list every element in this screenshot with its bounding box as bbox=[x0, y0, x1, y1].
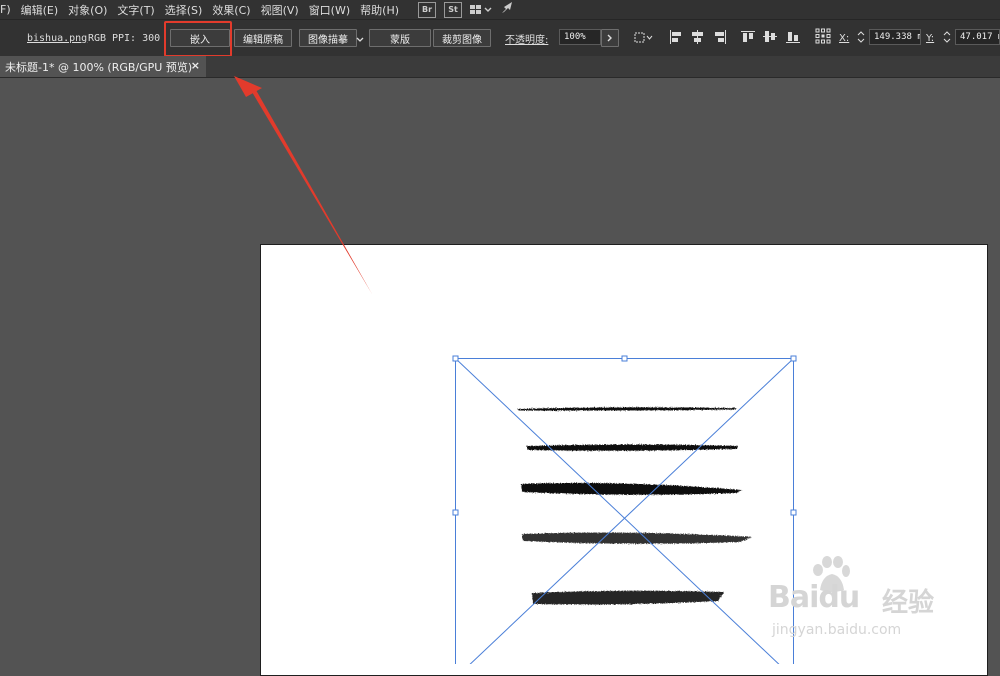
edit-original-button[interactable]: 编辑原稿 bbox=[234, 29, 292, 47]
menu-icon-group: Br St bbox=[418, 1, 516, 18]
chevron-right-icon bbox=[607, 34, 612, 42]
align-horizontal-center-icon[interactable] bbox=[691, 30, 705, 44]
menu-bar: F) 编辑(E) 对象(O) 文字(T) 选择(S) 效果(C) 视图(V) 窗… bbox=[0, 0, 1000, 19]
control-bar: bishua.png RGB PPI: 300 嵌入 编辑原稿 图像描摹 蒙版 … bbox=[0, 19, 1000, 57]
opacity-input[interactable]: 100% bbox=[559, 29, 601, 45]
document-tab[interactable]: 未标题-1* @ 100% (RGB/GPU 预览) × bbox=[0, 56, 206, 77]
annotation-highlight-box bbox=[164, 21, 232, 57]
workspace-layout-icon[interactable] bbox=[470, 5, 492, 14]
stock-icon[interactable]: St bbox=[444, 1, 463, 18]
align-to-icon[interactable] bbox=[634, 30, 653, 44]
color-mode-label: RGB bbox=[88, 32, 107, 44]
image-trace-dropdown-icon[interactable] bbox=[356, 32, 364, 48]
document-tab-title: 未标题-1* @ 100% (RGB/GPU 预览) bbox=[5, 60, 193, 74]
menu-help[interactable]: 帮助(H) bbox=[355, 2, 404, 18]
x-position-input[interactable]: 149.338 m bbox=[869, 29, 921, 45]
crop-image-button[interactable]: 裁剪图像 bbox=[433, 29, 491, 47]
ppi-label: PPI: 300 bbox=[112, 32, 161, 44]
align-right-icon[interactable] bbox=[713, 30, 727, 44]
watermark-brand: Baidu bbox=[768, 580, 860, 615]
baidu-watermark: Baidu 经验 jingyan.baidu.com bbox=[768, 556, 968, 646]
document-tab-bar: 未标题-1* @ 100% (RGB/GPU 预览) × bbox=[0, 56, 1000, 78]
opacity-label: 不透明度: bbox=[505, 34, 549, 46]
bridge-icon[interactable]: Br bbox=[418, 1, 437, 18]
menu-object[interactable]: 对象(O) bbox=[63, 2, 112, 18]
menu-select[interactable]: 选择(S) bbox=[160, 2, 208, 18]
y-label: Y: bbox=[926, 32, 935, 44]
menu-view[interactable]: 视图(V) bbox=[256, 2, 304, 18]
watermark-url: jingyan.baidu.com bbox=[772, 622, 902, 638]
align-vertical-center-icon[interactable] bbox=[763, 30, 777, 44]
linked-file-name[interactable]: bishua.png bbox=[27, 30, 87, 46]
reference-point-icon[interactable] bbox=[815, 28, 831, 44]
align-left-icon[interactable] bbox=[669, 30, 683, 44]
rocket-icon[interactable] bbox=[500, 1, 516, 18]
image-trace-button[interactable]: 图像描摹 bbox=[299, 29, 357, 47]
menu-window[interactable]: 窗口(W) bbox=[304, 2, 355, 18]
align-top-icon[interactable] bbox=[741, 30, 755, 44]
mask-button[interactable]: 蒙版 bbox=[369, 29, 431, 47]
x-label: X: bbox=[839, 32, 850, 44]
watermark-brand-cn: 经验 bbox=[882, 588, 935, 618]
y-stepper-icon[interactable] bbox=[942, 29, 952, 45]
align-bottom-icon[interactable] bbox=[786, 30, 800, 44]
opacity-arrow-button[interactable] bbox=[601, 29, 619, 47]
close-icon[interactable]: × bbox=[191, 59, 200, 72]
menu-file[interactable]: F) bbox=[0, 3, 16, 16]
menu-effect[interactable]: 效果(C) bbox=[207, 2, 255, 18]
menu-type[interactable]: 文字(T) bbox=[112, 2, 159, 18]
menu-edit[interactable]: 编辑(E) bbox=[16, 2, 64, 18]
x-stepper-icon[interactable] bbox=[856, 29, 866, 45]
y-position-input[interactable]: 47.017 m bbox=[955, 29, 1000, 45]
